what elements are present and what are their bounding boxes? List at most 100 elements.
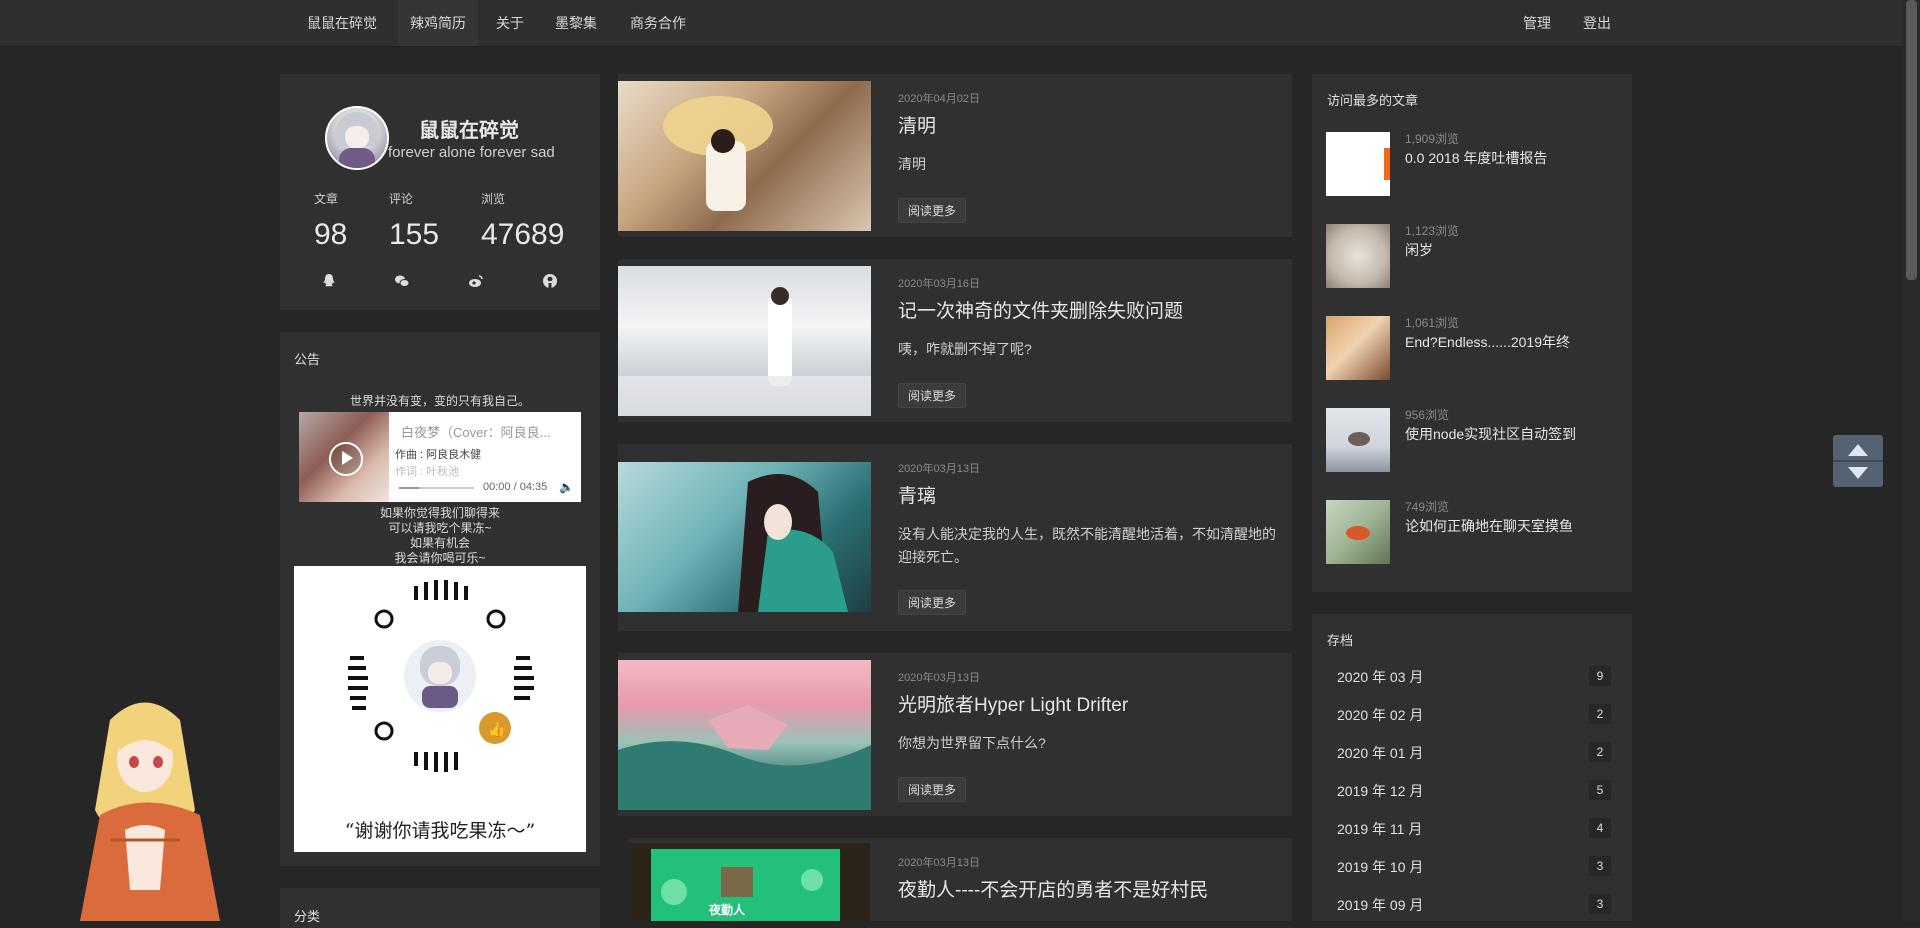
archive-item[interactable]: 2019 年 10 月 3 bbox=[1337, 854, 1611, 878]
song-title: 白夜梦（Cover：阿良良... bbox=[401, 425, 551, 440]
archive-count: 5 bbox=[1589, 780, 1611, 800]
popular-articles-panel: 访问最多的文章 1,909浏览 0.0 2018 年度吐槽报告 1,123浏览 … bbox=[1312, 74, 1632, 592]
article-date: 2020年03月13日 bbox=[898, 463, 980, 475]
qr-caption: “谢谢你请我吃果冻～” bbox=[344, 820, 536, 842]
notice-title: 公告 bbox=[294, 352, 321, 367]
archive-count: 3 bbox=[1589, 856, 1611, 876]
archive-item[interactable]: 2019 年 11 月 4 bbox=[1337, 816, 1611, 840]
stat-value-articles: 98 bbox=[314, 218, 348, 251]
popular-thumbnail[interactable] bbox=[1326, 224, 1390, 288]
article-card: 2020年03月13日 青璃 没有人能决定我的人生，既然不能清醒地活着，不如清醒… bbox=[618, 444, 1292, 631]
popular-title: 访问最多的文章 bbox=[1327, 93, 1419, 108]
archive-label: 2019 年 09 月 bbox=[1337, 897, 1424, 913]
mascot-character[interactable] bbox=[70, 690, 230, 921]
article-date: 2020年03月13日 bbox=[898, 672, 980, 684]
popular-thumbnail[interactable] bbox=[1326, 408, 1390, 472]
notice-line: 可以请我吃个果冻~ bbox=[388, 521, 492, 535]
scrollbar-thumb[interactable] bbox=[1906, 0, 1917, 280]
notice-line: 如果有机会 bbox=[409, 536, 470, 550]
article-card: 2020年03月16日 记一次神奇的文件夹删除失败问题 咦，咋就删不掉了呢? 阅… bbox=[618, 259, 1292, 422]
article-thumbnail[interactable]: 夜勤人 bbox=[630, 843, 870, 921]
popular-views: 1,123浏览 bbox=[1405, 224, 1460, 238]
nav-collection[interactable]: 墨黎集 bbox=[543, 0, 609, 46]
nav-home[interactable]: 鼠鼠在碎觉 bbox=[295, 0, 389, 46]
wechat-icon[interactable] bbox=[394, 273, 410, 289]
nav-business[interactable]: 商务合作 bbox=[618, 0, 698, 46]
archive-item[interactable]: 2020 年 01 月 2 bbox=[1337, 740, 1611, 764]
qr-code-graphic: 👍 bbox=[348, 580, 534, 772]
weibo-icon[interactable] bbox=[468, 273, 484, 289]
archive-label: 2019 年 12 月 bbox=[1337, 783, 1424, 799]
stat-value-comments: 155 bbox=[389, 218, 440, 251]
popular-article-title[interactable]: 使用node实现社区自动签到 bbox=[1405, 424, 1576, 444]
scroll-top-bottom-button[interactable] bbox=[1833, 435, 1883, 487]
progress-bar[interactable] bbox=[399, 487, 474, 489]
nav-logout[interactable]: 登出 bbox=[1571, 0, 1623, 46]
play-icon[interactable] bbox=[329, 442, 363, 476]
profile-card: 鼠鼠在碎觉 forever alone forever sad 文章 评论 浏览… bbox=[280, 74, 600, 310]
archive-count: 3 bbox=[1589, 894, 1611, 914]
popular-thumbnail[interactable] bbox=[1326, 500, 1390, 564]
article-date: 2020年03月13日 bbox=[898, 857, 980, 869]
article-title[interactable]: 光明旅者Hyper Light Drifter bbox=[898, 690, 1128, 717]
notice-intro: 世界并没有变，变的只有我自己。 bbox=[349, 394, 530, 408]
popular-article-title[interactable]: 0.0 2018 年度吐槽报告 bbox=[1405, 148, 1547, 168]
archive-panel: 存档 2020 年 03 月 9 2020 年 02 月 2 2020 年 01… bbox=[1312, 614, 1632, 921]
arrow-up-icon[interactable] bbox=[1848, 444, 1868, 456]
archive-item[interactable]: 2020 年 03 月 9 bbox=[1337, 664, 1611, 688]
song-lyricist: 作词 : 叶秋池 bbox=[395, 466, 460, 478]
read-more-button[interactable]: 阅读更多 bbox=[898, 383, 967, 408]
archive-label: 2020 年 01 月 bbox=[1337, 745, 1424, 761]
nav-manage[interactable]: 管理 bbox=[1511, 0, 1563, 46]
archive-count: 2 bbox=[1589, 704, 1611, 724]
svg-text:👍: 👍 bbox=[488, 721, 505, 738]
avatar[interactable] bbox=[325, 106, 389, 170]
article-thumbnail[interactable] bbox=[618, 660, 871, 810]
article-title[interactable]: 清明 bbox=[898, 111, 936, 138]
album-cover bbox=[299, 412, 389, 502]
category-panel: 分类 bbox=[280, 888, 600, 928]
popular-thumbnail[interactable] bbox=[1326, 316, 1390, 380]
profile-name: 鼠鼠在碎觉 bbox=[419, 120, 519, 142]
song-time: 00:00 / 04:35 bbox=[483, 481, 548, 493]
top-navbar: 鼠鼠在碎觉 辣鸡简历 关于 墨黎集 商务合作 管理 登出 bbox=[0, 0, 1920, 47]
arrow-down-icon[interactable] bbox=[1848, 467, 1868, 479]
category-title: 分类 bbox=[294, 909, 321, 924]
popular-article-title[interactable]: End?Endless......2019年终 bbox=[1405, 332, 1570, 352]
volume-icon[interactable]: 🔈 bbox=[559, 480, 574, 494]
archive-title: 存档 bbox=[1327, 633, 1354, 648]
nav-resume[interactable]: 辣鸡简历 bbox=[398, 0, 478, 46]
article-title[interactable]: 青璃 bbox=[898, 481, 936, 508]
article-title[interactable]: 夜勤人----不会开店的勇者不是好村民 bbox=[898, 875, 1208, 902]
qq-icon[interactable] bbox=[321, 273, 337, 289]
nav-about[interactable]: 关于 bbox=[484, 0, 536, 46]
music-player: 白夜梦（Cover：阿良良... 作曲 : 阿良良木健 作词 : 叶秋池 00:… bbox=[299, 412, 581, 502]
popular-article-title[interactable]: 闲岁 bbox=[1405, 240, 1433, 260]
article-thumbnail[interactable] bbox=[618, 266, 871, 416]
read-more-button[interactable]: 阅读更多 bbox=[898, 777, 967, 802]
article-excerpt: 咦，咋就删不掉了呢? bbox=[898, 341, 1032, 357]
popular-thumbnail[interactable] bbox=[1326, 132, 1390, 196]
popular-views: 749浏览 bbox=[1405, 500, 1450, 514]
archive-item[interactable]: 2019 年 12 月 5 bbox=[1337, 778, 1611, 802]
article-card: 2020年03月13日 光明旅者Hyper Light Drifter 你想为世… bbox=[618, 653, 1292, 816]
archive-item[interactable]: 2019 年 09 月 3 bbox=[1337, 892, 1611, 916]
article-excerpt: 没有人能决定我的人生，既然不能清醒地活着，不如清醒地的迎接死亡。 bbox=[898, 526, 1276, 565]
popular-article-title[interactable]: 论如何正确地在聊天室摸鱼 bbox=[1405, 516, 1573, 536]
article-title[interactable]: 记一次神奇的文件夹删除失败问题 bbox=[898, 296, 1183, 323]
notice-panel: 公告 世界并没有变，变的只有我自己。 白夜梦（Cover：阿良良... 作曲 :… bbox=[280, 332, 600, 866]
stat-value-views: 47689 bbox=[481, 218, 565, 251]
read-more-button[interactable]: 阅读更多 bbox=[898, 198, 967, 223]
popular-views: 956浏览 bbox=[1405, 408, 1450, 422]
article-thumbnail[interactable] bbox=[618, 81, 871, 231]
read-more-button[interactable]: 阅读更多 bbox=[898, 590, 967, 615]
qr-code-image: 👍 “谢谢你请我吃果冻～” bbox=[294, 566, 586, 852]
notice-line: 我会请你喝可乐~ bbox=[394, 551, 486, 565]
article-thumbnail[interactable] bbox=[618, 462, 871, 612]
github-icon[interactable] bbox=[542, 273, 558, 289]
article-date: 2020年04月02日 bbox=[898, 93, 980, 105]
archive-count: 4 bbox=[1589, 818, 1611, 838]
archive-item[interactable]: 2020 年 02 月 2 bbox=[1337, 702, 1611, 726]
article-excerpt: 你想为世界留下点什么? bbox=[898, 735, 1046, 751]
profile-motto: forever alone forever sad bbox=[388, 144, 555, 161]
